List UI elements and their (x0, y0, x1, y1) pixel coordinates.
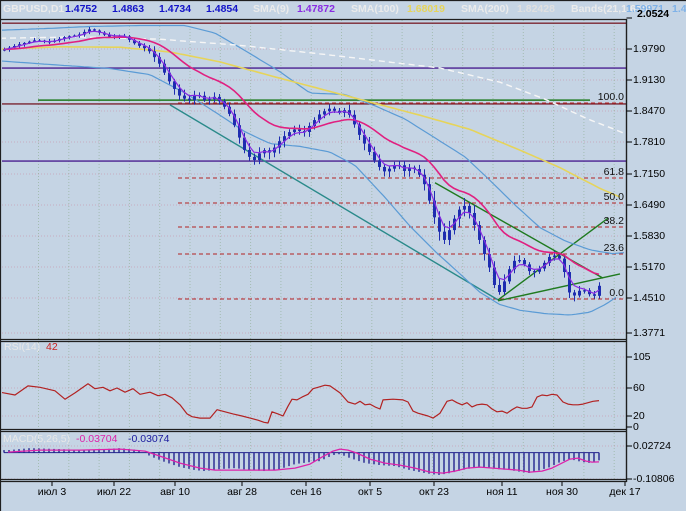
rsi-line (0, 384, 599, 423)
candle-body[interactable] (448, 230, 451, 240)
candle-body[interactable] (208, 99, 211, 100)
ma-crimson-line (4, 37, 599, 274)
candle-body[interactable] (523, 260, 526, 264)
candle-body[interactable] (178, 89, 181, 96)
candle-body[interactable] (188, 99, 191, 100)
candle-body[interactable] (378, 160, 381, 167)
candle-body[interactable] (533, 271, 536, 272)
candle-body[interactable] (383, 167, 386, 171)
bollinger-upper-band (0, 26, 624, 254)
candle-body[interactable] (298, 129, 301, 131)
candle-body[interactable] (583, 290, 586, 291)
candle-body[interactable] (248, 150, 251, 157)
candle-body[interactable] (253, 157, 256, 160)
candle-body[interactable] (558, 256, 561, 259)
candle-body[interactable] (323, 111, 326, 114)
main-chart-panel[interactable] (0, 20, 626, 339)
green-ascending-shallow-line[interactable] (498, 274, 620, 301)
teal-downtrend-line[interactable] (170, 105, 498, 300)
candle-body[interactable] (258, 153, 261, 160)
candle-body[interactable] (333, 109, 336, 111)
rsi-panel[interactable] (0, 342, 626, 429)
trading-chart-window: GBPUSD,D1 1.4752 1.4863 1.4734 1.4854 SM… (0, 0, 686, 511)
candle-body[interactable] (328, 109, 331, 112)
candle-body[interactable] (498, 285, 501, 292)
macd-panel[interactable] (2, 433, 626, 479)
candle-body[interactable] (463, 206, 466, 210)
candle-body[interactable] (573, 292, 576, 295)
candle-body[interactable] (503, 281, 506, 292)
sma200-line (0, 37, 624, 133)
candle-body[interactable] (293, 129, 296, 132)
chart-chrome (0, 0, 686, 511)
candle-body[interactable] (93, 29, 96, 30)
chart-canvas[interactable] (0, 0, 686, 511)
candle-body[interactable] (553, 256, 556, 257)
candle-body[interactable] (468, 206, 471, 213)
candle-body[interactable] (578, 291, 581, 296)
candle-body[interactable] (183, 96, 186, 99)
candle-body[interactable] (443, 232, 446, 240)
candle-body[interactable] (388, 169, 391, 172)
candle-body[interactable] (593, 294, 596, 296)
candle-body[interactable] (518, 260, 521, 261)
